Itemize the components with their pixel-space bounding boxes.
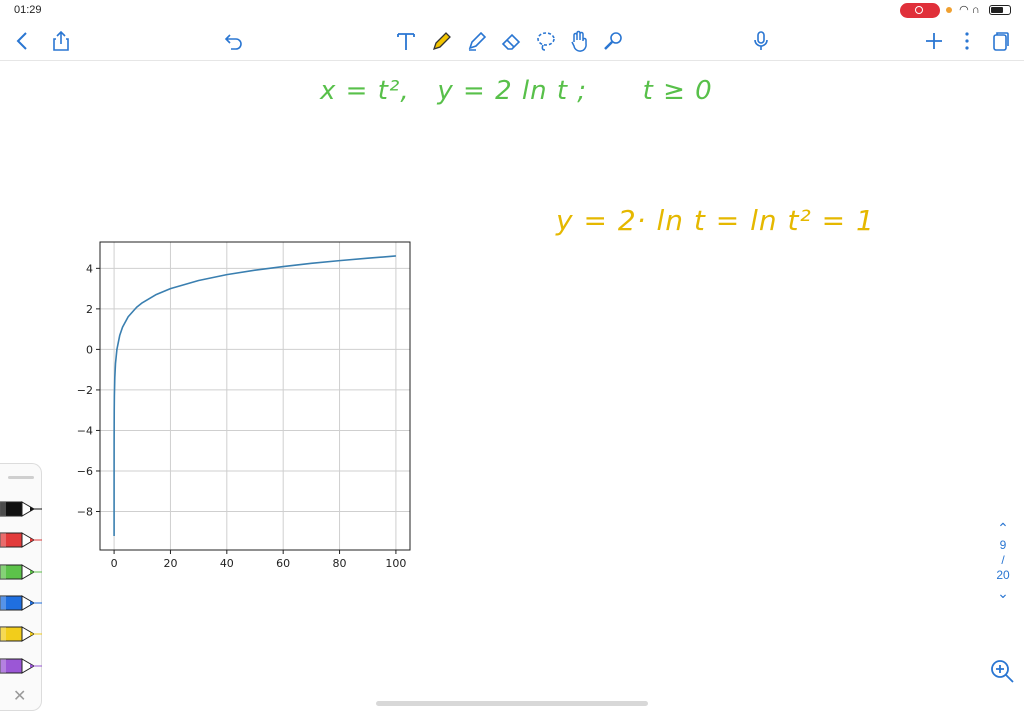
text-tool-icon <box>397 33 415 50</box>
add-button[interactable] <box>920 27 948 55</box>
pen-icon <box>0 564 42 580</box>
current-page: 9 <box>999 538 1007 552</box>
pen-icon <box>0 626 42 642</box>
text-tool-button[interactable] <box>392 27 420 55</box>
total-pages: 20 <box>996 568 1010 582</box>
status-time: 01:29 <box>14 4 42 16</box>
plot-frame <box>99 241 411 551</box>
eraser-icon <box>501 33 521 50</box>
pen-icon <box>0 532 42 548</box>
battery-icon <box>988 5 1011 16</box>
x-tick-label: 80 <box>333 557 347 570</box>
tray-close-icon[interactable]: ✕ <box>13 686 26 706</box>
pen-tray: ✕ <box>0 463 42 711</box>
line-chart: 0 20 40 60 80 100420−2−4−6−8 <box>77 241 411 570</box>
highlighter-tool-button[interactable] <box>463 27 491 55</box>
undo-button[interactable] <box>220 27 248 55</box>
chevron-left-icon <box>16 32 27 50</box>
page-navigator: ⌃ 9 / 20 ⌄ <box>988 518 1018 603</box>
privacy-dot-icon <box>946 7 952 14</box>
zoom-in-icon <box>991 660 1014 683</box>
headphones-icon: ∩ <box>971 4 980 16</box>
share-button[interactable] <box>47 27 75 55</box>
microphone-button[interactable] <box>747 27 775 55</box>
y-tick-label: −2 <box>77 384 93 397</box>
y-tick-label: 4 <box>86 262 93 275</box>
y-tick-label: −8 <box>77 506 93 519</box>
y-tick-label: 0 <box>86 343 93 356</box>
hand-pointer-icon <box>571 30 587 52</box>
x-tick-label: 100 <box>385 557 406 570</box>
undo-icon <box>224 34 242 50</box>
x-tick-label: 60 <box>276 557 290 570</box>
pen-purple[interactable] <box>0 657 42 675</box>
plus-icon <box>926 33 942 49</box>
laser-pointer-button[interactable] <box>599 27 627 55</box>
zoom-button[interactable] <box>988 657 1016 685</box>
pencil-icon <box>432 32 451 51</box>
pen-black[interactable] <box>0 500 42 518</box>
tray-handle[interactable] <box>8 476 34 479</box>
status-icons: ◠ ∩ <box>946 3 1011 16</box>
pen-icon <box>0 658 42 674</box>
x-tick-label: 20 <box>163 557 177 570</box>
more-button[interactable] <box>953 27 981 55</box>
laser-pointer-icon <box>604 32 622 50</box>
handwritten-log-equation: y = 2· ln t = ln t² = 1 <box>556 204 875 237</box>
lasso-tool-button[interactable] <box>532 27 560 55</box>
pen-green[interactable] <box>0 563 42 581</box>
pen-yellow[interactable] <box>0 625 42 643</box>
back-button[interactable] <box>9 27 37 55</box>
x-tick-label: 0 <box>111 557 118 570</box>
y-tick-label: −4 <box>77 424 93 437</box>
page-separator: / <box>1001 553 1005 567</box>
pencil-tool-button[interactable] <box>428 27 456 55</box>
share-icon <box>53 30 69 51</box>
pen-blue[interactable] <box>0 594 42 612</box>
highlighter-icon <box>468 31 487 51</box>
eraser-tool-button[interactable] <box>497 27 525 55</box>
home-indicator[interactable] <box>376 701 648 706</box>
x-tick-label: 40 <box>220 557 234 570</box>
status-bar: 01:29 ◠ ∩ <box>0 0 1024 22</box>
screen-recording-icon[interactable] <box>900 3 940 18</box>
page-up-button[interactable]: ⌃ <box>988 518 1018 538</box>
pages-icon <box>993 32 1009 51</box>
handwritten-parametric-equation: x = t², y = 2 ln t ; t ≥ 0 <box>320 76 713 106</box>
page-down-button[interactable]: ⌄ <box>988 583 1018 603</box>
lasso-icon <box>537 32 555 51</box>
hand-tool-button[interactable] <box>565 27 593 55</box>
toolbar <box>0 22 1024 61</box>
more-vertical-icon <box>965 32 969 50</box>
wifi-icon: ◠ <box>959 4 969 16</box>
series-line <box>113 255 396 537</box>
pen-icon <box>0 501 42 517</box>
pen-icon <box>0 595 42 611</box>
y-tick-label: 2 <box>86 303 93 316</box>
pages-button[interactable] <box>986 27 1014 55</box>
pen-red[interactable] <box>0 531 42 549</box>
microphone-icon <box>754 31 768 50</box>
y-tick-label: −6 <box>77 465 93 478</box>
